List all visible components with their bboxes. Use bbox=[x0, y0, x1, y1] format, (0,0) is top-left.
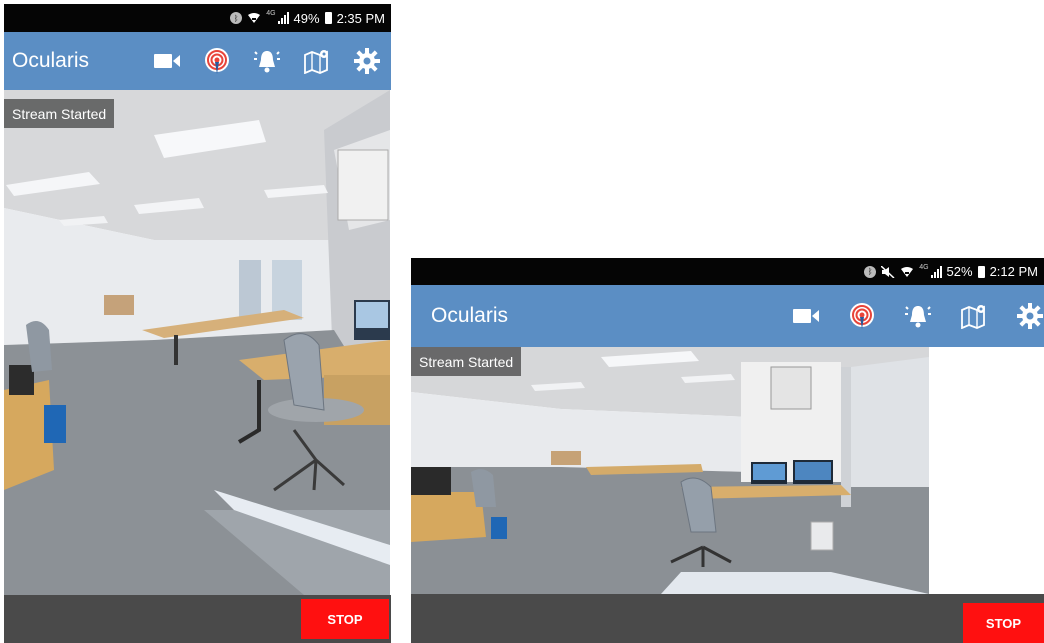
video-camera-icon[interactable] bbox=[792, 302, 820, 330]
bottom-bar: STOP bbox=[411, 594, 1044, 643]
bluetooth-icon: ᛒ bbox=[230, 12, 243, 24]
camera-stream[interactable] bbox=[4, 90, 390, 595]
blank-area bbox=[929, 347, 1044, 594]
alarm-icon[interactable] bbox=[253, 47, 281, 75]
map-icon[interactable] bbox=[960, 302, 988, 330]
stream-started-toast: Stream Started bbox=[4, 99, 115, 128]
app-title: Ocularis bbox=[431, 304, 509, 327]
broadcast-icon[interactable] bbox=[203, 47, 231, 75]
office-camera-image bbox=[4, 90, 390, 595]
camera-stream[interactable] bbox=[411, 347, 929, 594]
network-type-label: 4G bbox=[919, 264, 929, 271]
app-bar: Ocularis bbox=[4, 32, 391, 90]
signal-icon bbox=[277, 12, 289, 24]
stop-button[interactable]: STOP bbox=[301, 599, 389, 639]
settings-icon[interactable] bbox=[353, 47, 381, 75]
app-title: Ocularis bbox=[12, 49, 90, 72]
status-time: 2:12 PM bbox=[989, 264, 1038, 279]
bluetooth-icon: ᛒ bbox=[864, 265, 877, 278]
status-bar: ᛒ 4G 52% 2:12 PM bbox=[411, 258, 1044, 285]
office-camera-image bbox=[411, 347, 929, 594]
status-time: 2:35 PM bbox=[336, 10, 385, 26]
battery-percent: 52% bbox=[946, 264, 973, 279]
wifi-icon bbox=[247, 12, 261, 24]
broadcast-icon[interactable] bbox=[848, 302, 876, 330]
map-icon[interactable] bbox=[303, 47, 331, 75]
video-camera-icon[interactable] bbox=[153, 47, 181, 75]
bottom-bar: STOP bbox=[4, 595, 391, 643]
settings-icon[interactable] bbox=[1016, 302, 1044, 330]
battery-percent: 49% bbox=[293, 10, 320, 26]
wifi-icon bbox=[900, 266, 914, 278]
network-type-label: 4G bbox=[266, 10, 276, 17]
phone-landscape: ᛒ 4G 52% 2:12 PM Ocularis Stream Started… bbox=[411, 258, 1044, 643]
stream-started-toast: Stream Started bbox=[411, 347, 522, 376]
phone-portrait: ᛒ 4G 49% 2:35 PM Ocularis Stream Started… bbox=[4, 4, 391, 643]
app-bar: Ocularis bbox=[411, 285, 1044, 347]
stop-button[interactable]: STOP bbox=[963, 603, 1044, 643]
battery-icon bbox=[977, 265, 985, 278]
mute-icon bbox=[881, 265, 895, 278]
alarm-icon[interactable] bbox=[904, 302, 932, 330]
signal-icon bbox=[930, 265, 942, 278]
status-bar: ᛒ 4G 49% 2:35 PM bbox=[4, 4, 391, 32]
battery-icon bbox=[324, 12, 332, 24]
